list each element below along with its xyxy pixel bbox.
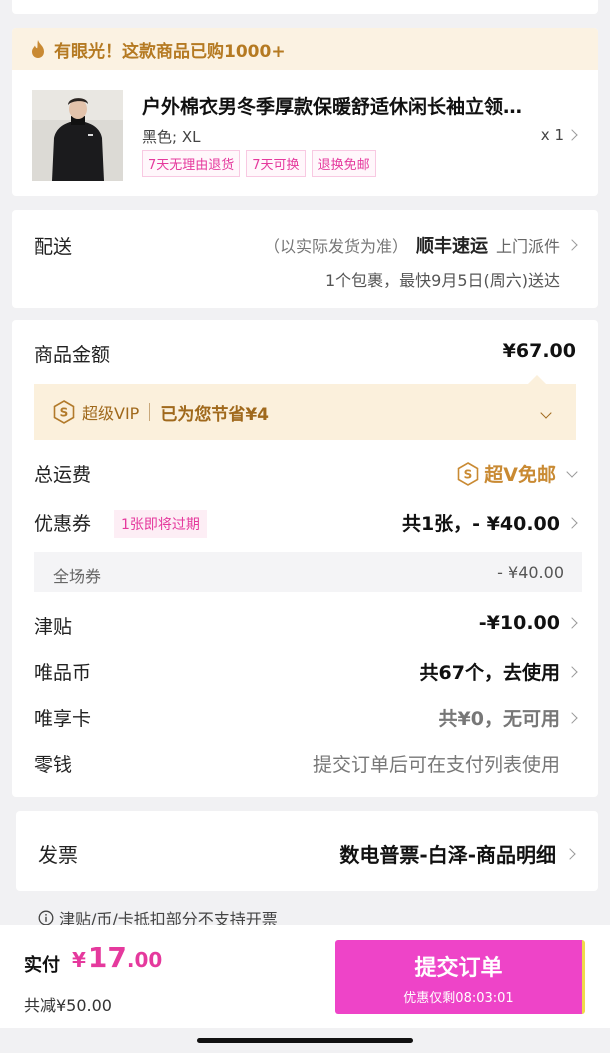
change-value: 提交订单后可在支付列表使用 <box>312 754 560 776</box>
product-title[interactable]: 户外棉衣男冬季厚款保暖舒适休闲长袖立领… <box>142 92 572 119</box>
invoice-value-text: 数电普票-白泽-商品明细 <box>339 843 556 867</box>
svg-text:S: S <box>464 467 473 481</box>
subsidy-label: 津贴 <box>34 616 73 638</box>
pay-amount: ¥ 17 .00 <box>72 941 162 974</box>
vip-name: 超级VIP <box>82 404 140 423</box>
coupon-value: 共1张，- ¥40.00 <box>401 509 578 536</box>
freight-row[interactable]: 总运费 S 超V免邮 <box>12 460 598 490</box>
quantity-text: x 1 <box>540 126 564 144</box>
super-v-free-shipping: S 超V免邮 <box>456 460 556 487</box>
goods-amount-row: 商品金额 ¥67.00 <box>12 340 598 370</box>
freight-value-text: 超V免邮 <box>484 464 556 486</box>
change-label: 零钱 <box>34 754 73 776</box>
product-row[interactable]: 户外棉衣男冬季厚款保暖舒适休闲长袖立领… 黑色; XL x 1 7天无理由退货 … <box>12 70 598 196</box>
product-card: 有眼光！这款商品已购1000+ 户外棉衣男冬季厚款保暖舒适休闲长袖立领… 黑色;… <box>12 28 598 196</box>
chevron-right-icon <box>566 516 578 529</box>
coin-value: 共67个，去使用 <box>419 658 578 685</box>
svg-text:S: S <box>60 406 69 420</box>
invoice-value: 数电普票-白泽-商品明细 <box>339 839 576 868</box>
goods-amount-value: ¥67.00 <box>502 340 576 362</box>
service-tags: 7天无理由退货 7天可换 退换免邮 <box>142 150 376 177</box>
pay-label: 实付 <box>24 955 60 976</box>
change-row: 零钱 提交订单后可在支付列表使用 <box>12 750 598 780</box>
chevron-right-icon <box>566 711 578 724</box>
chevron-down-icon[interactable] <box>566 463 578 485</box>
shipping-card[interactable]: 配送 （以实际发货为准） 顺丰速运 上门派件 1个包裹，最快9月5日(周六)送达 <box>12 210 598 308</box>
shipping-carrier: 顺丰速运 <box>415 236 488 257</box>
shipping-note: （以实际发货为准） <box>263 237 408 256</box>
card-row[interactable]: 唯享卡 共¥0，无可用 <box>12 704 598 734</box>
chevron-right-icon <box>566 617 578 629</box>
vip-s-icon: S <box>457 461 479 486</box>
shipping-selector[interactable]: （以实际发货为准） 顺丰速运 上门派件 <box>263 232 578 258</box>
invoice-card[interactable]: 发票 数电普票-白泽-商品明细 <box>16 811 598 891</box>
coupon-detail-value: - ¥40.00 <box>497 563 564 582</box>
service-tag: 7天可换 <box>246 150 306 177</box>
subsidy-value-text: -¥10.00 <box>478 612 560 634</box>
flame-icon <box>30 39 46 59</box>
card-value-text: 共¥0，无可用 <box>438 708 560 730</box>
chevron-down-icon[interactable] <box>540 402 552 421</box>
coupon-detail-row: 全场券 - ¥40.00 <box>34 552 582 592</box>
chevron-right-icon <box>566 239 578 251</box>
home-indicator-area <box>0 1028 610 1053</box>
vip-panel-pointer <box>528 375 546 384</box>
vip-savings-panel[interactable]: S 超级VIP 已为您节省¥4 <box>34 375 576 440</box>
invoice-label: 发票 <box>38 843 78 867</box>
submit-order-button[interactable]: 提交订单 优惠仅剩08:03:01 <box>335 940 585 1014</box>
total-saved: 共减¥50.00 <box>24 996 112 1015</box>
price-summary-card: 商品金额 ¥67.00 S 超级VIP 已为您节省¥4 总运费 S 超V免邮 优… <box>12 320 598 797</box>
pay-amount-integer: 17 <box>87 941 127 974</box>
coupon-label: 优惠券 <box>34 513 92 535</box>
product-quantity[interactable]: x 1 <box>540 126 578 144</box>
checkout-bar: 实付 ¥ 17 .00 共减¥50.00 提交订单 优惠仅剩08:03:01 <box>0 925 610 1028</box>
previous-card-edge <box>12 0 598 14</box>
coin-label: 唯品币 <box>34 662 92 684</box>
shipping-method: 上门派件 <box>495 237 560 256</box>
coupon-expiring-badge: 1张即将过期 <box>114 510 207 538</box>
promo-text: 有眼光！这款商品已购1000+ <box>54 41 286 62</box>
discount-countdown: 优惠仅剩08:03:01 <box>403 991 514 1006</box>
card-label: 唯享卡 <box>34 708 92 730</box>
pay-currency: ¥ <box>72 948 86 972</box>
coin-row[interactable]: 唯品币 共67个，去使用 <box>12 658 598 688</box>
chevron-right-icon <box>566 665 578 678</box>
coupon-row[interactable]: 优惠券 共1张，- ¥40.00 <box>12 509 598 539</box>
service-tag: 7天无理由退货 <box>142 150 241 177</box>
product-spec: 黑色; XL <box>142 128 201 146</box>
card-value: 共¥0，无可用 <box>438 704 578 731</box>
divider <box>149 403 151 421</box>
goods-amount-label: 商品金额 <box>34 344 111 366</box>
freight-value: S 超V免邮 <box>456 460 578 487</box>
vip-s-icon: S <box>52 400 76 424</box>
submit-order-label: 提交订单 <box>414 956 503 981</box>
info-icon <box>38 910 54 926</box>
subsidy-row[interactable]: 津贴 -¥10.00 <box>12 612 598 642</box>
promo-banner: 有眼光！这款商品已购1000+ <box>12 28 598 70</box>
freight-label: 总运费 <box>34 464 92 486</box>
home-indicator[interactable] <box>197 1038 413 1043</box>
shipping-label: 配送 <box>34 236 73 258</box>
vip-savings-text: 已为您节省¥4 <box>160 404 269 425</box>
subsidy-value: -¥10.00 <box>478 612 578 634</box>
coupon-detail-label: 全场券 <box>53 567 102 586</box>
service-tag: 退换免邮 <box>311 150 376 177</box>
coin-value-text: 共67个，去使用 <box>419 662 560 684</box>
shipping-eta: 1个包裹，最快9月5日(周六)送达 <box>324 271 560 290</box>
coupon-value-text: 共1张，- ¥40.00 <box>401 513 560 535</box>
product-image[interactable] <box>32 90 123 181</box>
chevron-right-icon <box>566 129 578 141</box>
chevron-right-icon <box>564 847 576 860</box>
pay-amount-decimal: .00 <box>126 948 163 972</box>
